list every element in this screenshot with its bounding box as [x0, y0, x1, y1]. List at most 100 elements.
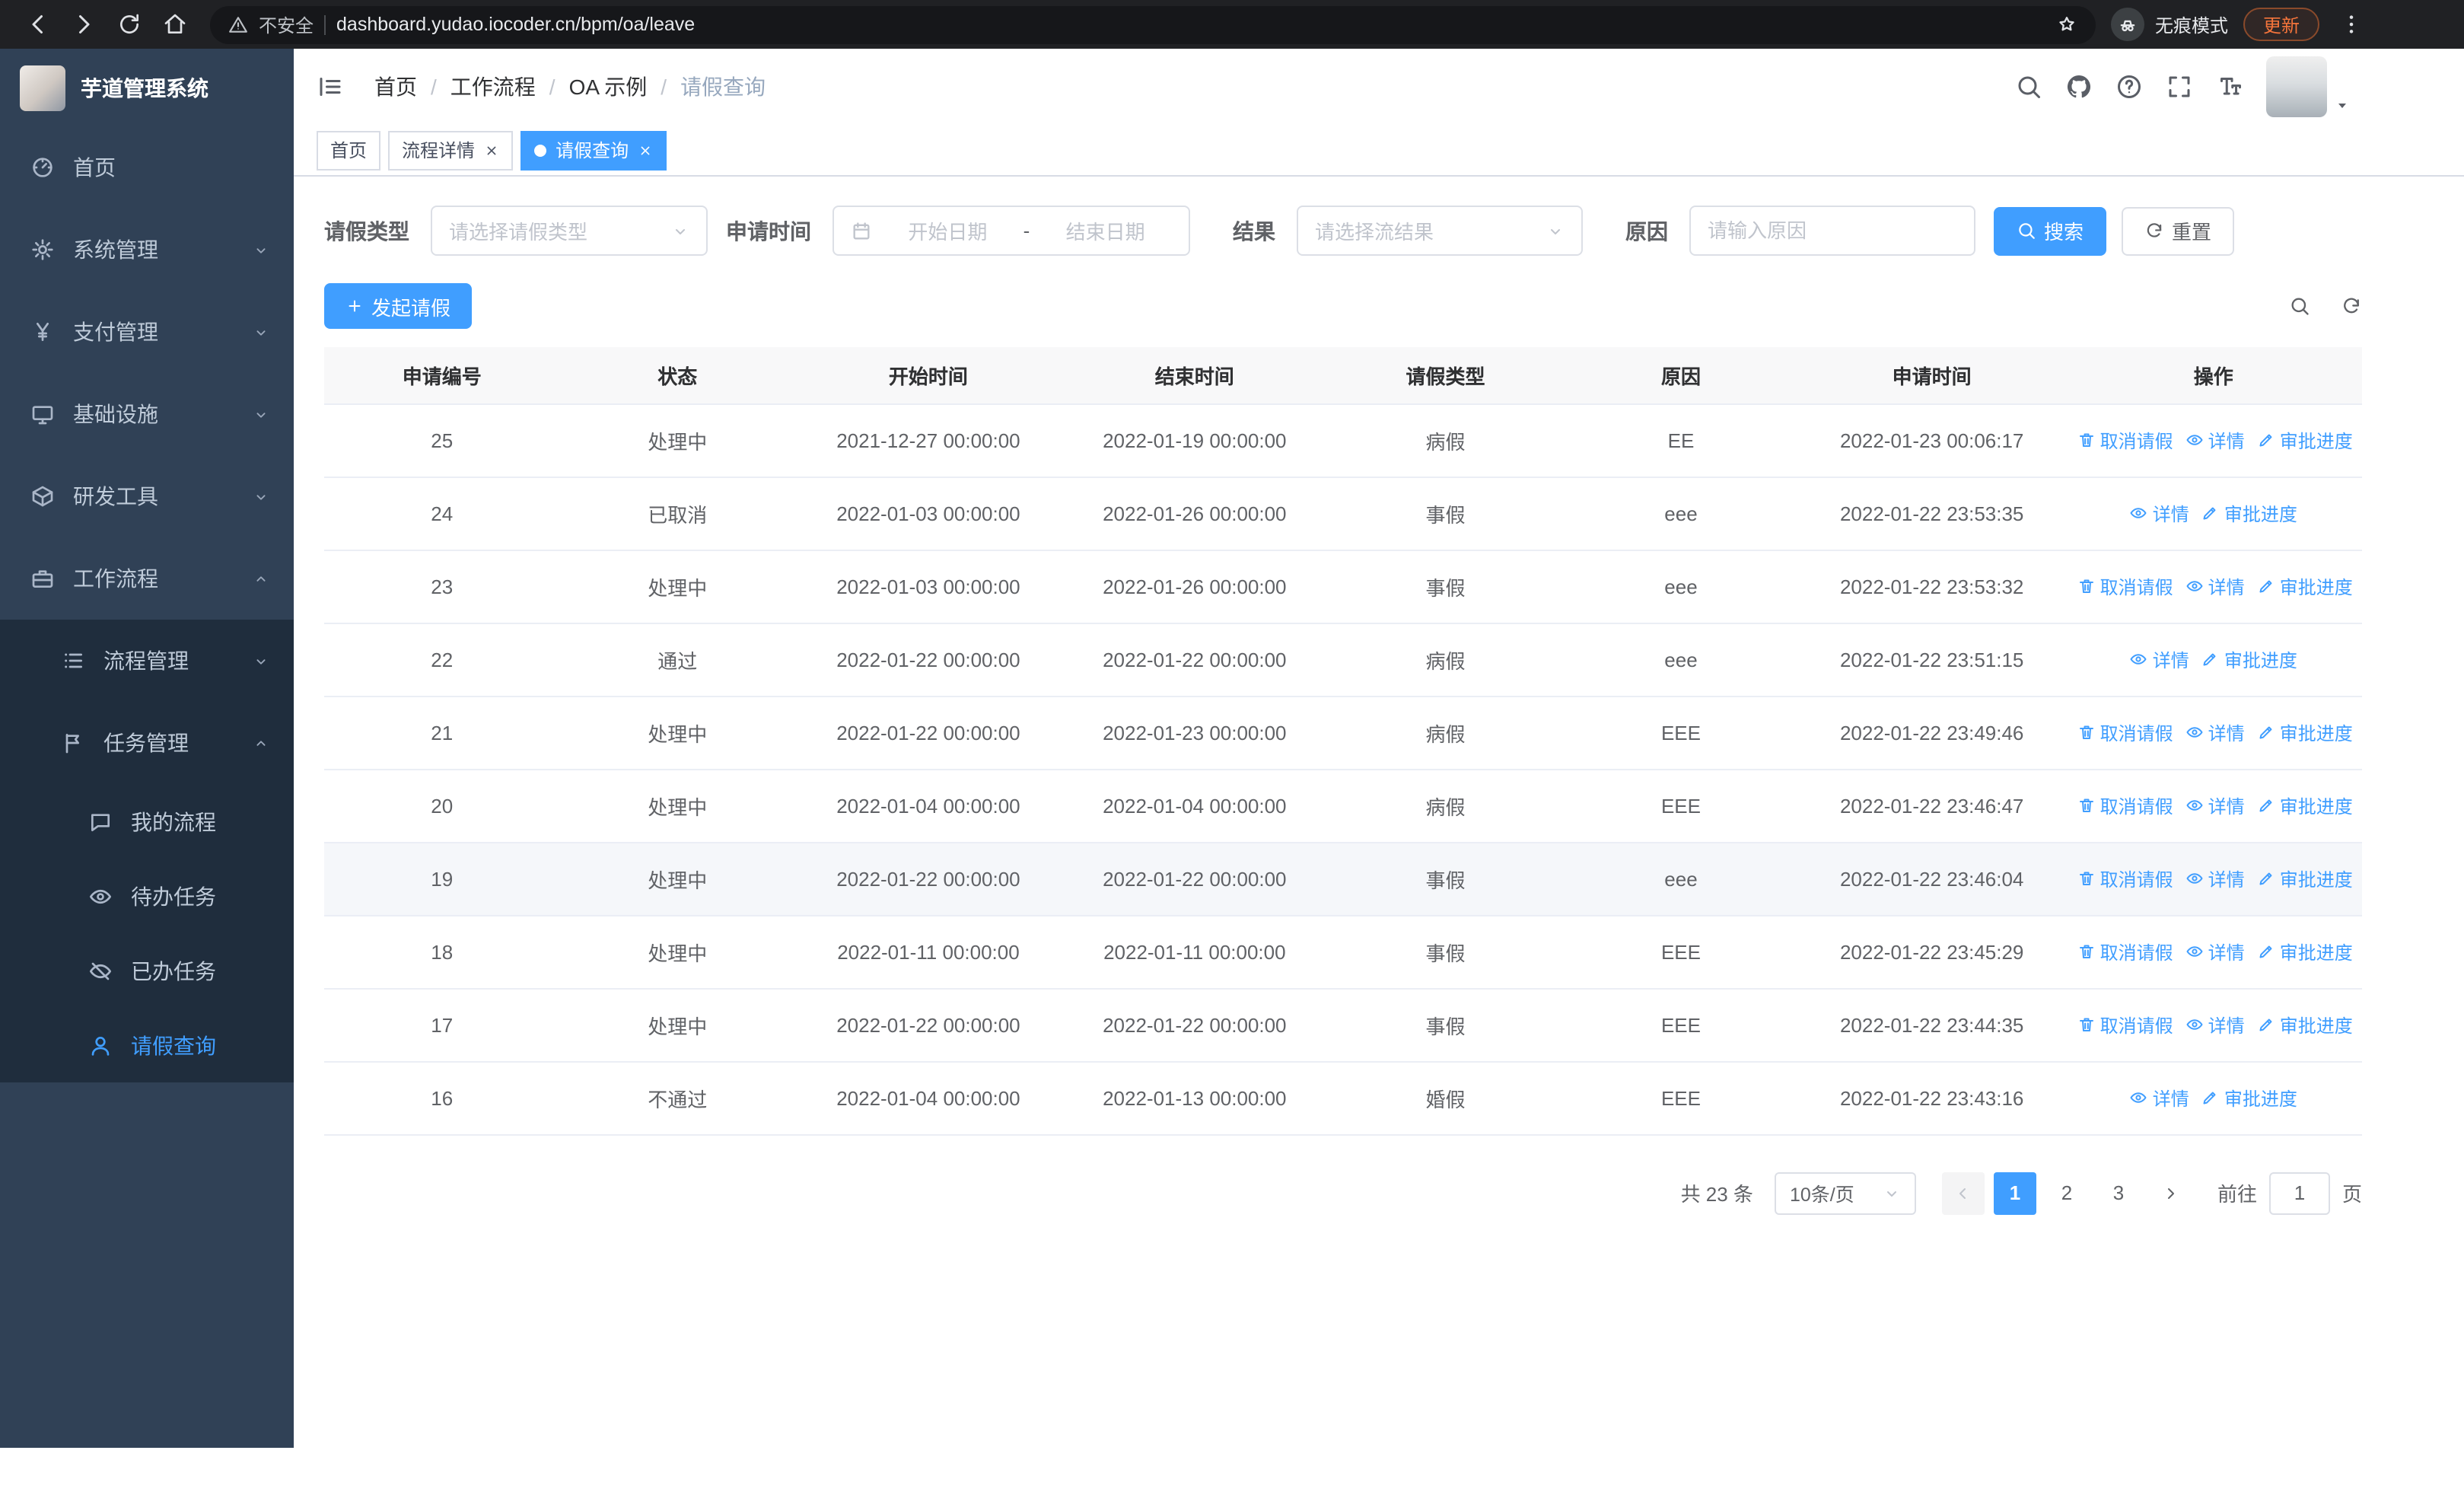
- browser-home-button[interactable]: [155, 5, 195, 44]
- breadcrumb-item-workflow[interactable]: 工作流程: [450, 72, 536, 102]
- browser-back-button[interactable]: [18, 5, 58, 44]
- sidebar-item-workflow[interactable]: 工作流程: [0, 537, 294, 620]
- progress-action-link[interactable]: 审批进度: [2257, 939, 2353, 964]
- cancel-action-link[interactable]: 取消请假: [2077, 573, 2173, 599]
- app-logo[interactable]: 芋道管理系统: [0, 49, 294, 126]
- leave-type-select[interactable]: 请选择请假类型: [431, 206, 708, 256]
- tab-close-icon[interactable]: [484, 142, 499, 158]
- progress-action-link[interactable]: 审批进度: [2257, 719, 2353, 745]
- progress-action-link[interactable]: 审批进度: [2257, 792, 2353, 818]
- sidebar-item-task-mgmt[interactable]: 任务管理: [0, 702, 294, 784]
- goto-page-input[interactable]: [2268, 1171, 2330, 1214]
- detail-action-link[interactable]: 详情: [2185, 573, 2245, 599]
- tab-leave-query[interactable]: 请假查询: [520, 130, 667, 170]
- incognito-label: 无痕模式: [2154, 14, 2228, 36]
- browser-reload-button[interactable]: [110, 5, 149, 44]
- table-refresh-button[interactable]: [2341, 295, 2362, 317]
- reason-input[interactable]: [1708, 219, 1957, 242]
- cancel-action-link[interactable]: 取消请假: [2077, 427, 2173, 453]
- reset-label: 重置: [2172, 221, 2212, 244]
- tab-process-detail[interactable]: 流程详情: [388, 130, 514, 170]
- flag-icon: [65, 734, 79, 754]
- sidebar-item-devtools[interactable]: 研发工具: [0, 455, 294, 537]
- progress-action-link[interactable]: 审批进度: [2201, 646, 2297, 672]
- progress-action-link[interactable]: 审批进度: [2201, 500, 2297, 526]
- cancel-action-link[interactable]: 取消请假: [2077, 939, 2173, 964]
- tab-label: 请假查询: [556, 140, 629, 161]
- font-size-button[interactable]: [2216, 73, 2243, 100]
- detail-action-link[interactable]: 详情: [2185, 939, 2245, 964]
- browser-update-button[interactable]: 更新: [2243, 8, 2319, 41]
- tab-close-icon[interactable]: [638, 142, 653, 158]
- cell-type: 事假: [1327, 915, 1564, 989]
- progress-action-link[interactable]: 审批进度: [2257, 865, 2353, 891]
- cell-end: 2022-01-22 00:00:00: [1061, 988, 1328, 1062]
- sidebar-item-label: 我的流程: [131, 809, 216, 834]
- github-link[interactable]: [2065, 73, 2093, 100]
- trash-icon: [2079, 1018, 2093, 1032]
- detail-action-link[interactable]: 详情: [2185, 427, 2245, 453]
- sidebar-item-leave-query[interactable]: 请假查询: [0, 1008, 294, 1082]
- search-submit-button[interactable]: 搜索: [1994, 206, 2107, 255]
- detail-action-link[interactable]: 详情: [2185, 865, 2245, 891]
- search-button[interactable]: [2015, 73, 2042, 100]
- prev-page-button[interactable]: [1941, 1171, 1985, 1214]
- page-button-3[interactable]: 3: [2097, 1171, 2140, 1214]
- cancel-action-link[interactable]: 取消请假: [2077, 792, 2173, 818]
- search-icon: [2019, 223, 2035, 239]
- progress-action-link[interactable]: 审批进度: [2257, 1012, 2353, 1038]
- progress-action-link[interactable]: 审批进度: [2201, 1085, 2297, 1111]
- progress-action-link[interactable]: 审批进度: [2257, 573, 2353, 599]
- browser-menu-button[interactable]: [2332, 5, 2371, 44]
- sidebar-item-home[interactable]: 首页: [0, 126, 294, 209]
- sidebar-item-payment[interactable]: 支付管理: [0, 291, 294, 373]
- breadcrumb-item-home[interactable]: 首页: [374, 72, 417, 102]
- sidebar-item-infrastructure[interactable]: 基础设施: [0, 373, 294, 455]
- next-page-button[interactable]: [2149, 1171, 2192, 1214]
- detail-action-link[interactable]: 详情: [2185, 1012, 2245, 1038]
- cancel-action-link[interactable]: 取消请假: [2077, 865, 2173, 891]
- table-toolbar: 发起请假: [324, 283, 2362, 329]
- sidebar-item-todo-task[interactable]: 待办任务: [0, 859, 294, 933]
- create-leave-button[interactable]: 发起请假: [324, 283, 473, 329]
- page-button-2[interactable]: 2: [2045, 1171, 2088, 1214]
- logo-image: [20, 65, 65, 110]
- sidebar-collapse-button[interactable]: [317, 73, 344, 100]
- detail-action-link[interactable]: 详情: [2130, 646, 2189, 672]
- page-button-1[interactable]: 1: [1993, 1171, 2036, 1214]
- cell-reason: EEE: [1563, 1061, 1799, 1135]
- page-size-select[interactable]: 10条/页: [1774, 1171, 1916, 1214]
- help-button[interactable]: [2115, 73, 2143, 100]
- cell-reason: EEE: [1563, 769, 1799, 843]
- fullscreen-button[interactable]: [2166, 73, 2193, 100]
- breadcrumb-item-oa-demo[interactable]: OA 示例: [569, 72, 648, 102]
- date-range-input[interactable]: 开始日期 - 结束日期: [832, 206, 1190, 256]
- detail-action-link[interactable]: 详情: [2130, 1085, 2189, 1111]
- detail-action-link[interactable]: 详情: [2185, 792, 2245, 818]
- cancel-action-link[interactable]: 取消请假: [2077, 719, 2173, 745]
- sidebar-item-my-process[interactable]: 我的流程: [0, 784, 294, 859]
- user-menu[interactable]: [2266, 56, 2351, 117]
- bookmark-star-icon[interactable]: [2056, 14, 2077, 35]
- result-select[interactable]: 请选择流结果: [1297, 206, 1583, 256]
- browser-forward-button[interactable]: [64, 5, 103, 44]
- cancel-action-link[interactable]: 取消请假: [2077, 1012, 2173, 1038]
- trash-icon: [2079, 725, 2093, 740]
- cell-status: 不通过: [559, 1061, 795, 1135]
- action-label: 取消请假: [2099, 869, 2173, 891]
- detail-action-link[interactable]: 详情: [2185, 719, 2245, 745]
- detail-action-link[interactable]: 详情: [2130, 500, 2189, 526]
- progress-action-link[interactable]: 审批进度: [2257, 427, 2353, 453]
- reset-button[interactable]: 重置: [2122, 206, 2235, 255]
- cell-end: 2022-01-22 00:00:00: [1061, 842, 1328, 916]
- table-search-toggle-button[interactable]: [2289, 295, 2310, 317]
- sidebar-item-done-task[interactable]: 已办任务: [0, 933, 294, 1008]
- github-icon: [2067, 75, 2091, 98]
- sidebar-item-system[interactable]: 系统管理: [0, 209, 294, 291]
- address-bar[interactable]: 不安全 dashboard.yudao.iocoder.cn/bpm/oa/le…: [210, 5, 2096, 43]
- sidebar-item-process-mgmt[interactable]: 流程管理: [0, 620, 294, 702]
- chevron-down-icon: [676, 228, 685, 234]
- tab-home[interactable]: 首页: [317, 130, 381, 170]
- chevron-up-icon: [256, 575, 266, 581]
- cell-status: 处理中: [559, 842, 795, 916]
